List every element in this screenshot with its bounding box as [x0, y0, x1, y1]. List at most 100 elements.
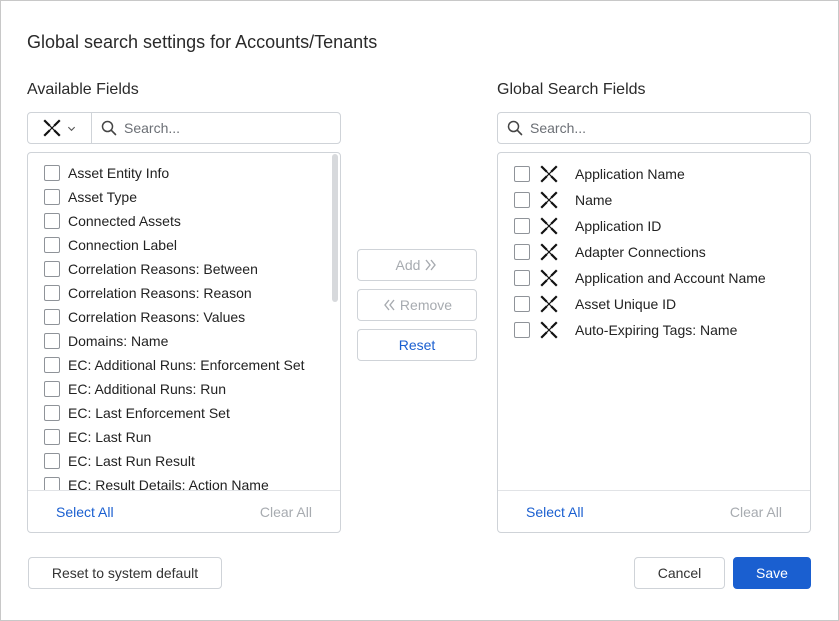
available-select-all-link[interactable]: Select All [56, 504, 114, 520]
reset-button[interactable]: Reset [357, 329, 477, 361]
global-clear-all-link[interactable]: Clear All [730, 504, 782, 520]
available-fields-title: Available Fields [27, 81, 139, 98]
scrollbar-thumb[interactable] [332, 154, 338, 302]
checkbox[interactable] [44, 309, 60, 325]
checkbox[interactable] [44, 357, 60, 373]
list-item[interactable]: Asset Type [28, 185, 340, 209]
adapter-cross-icon [540, 165, 558, 183]
adapter-cross-icon [540, 243, 558, 261]
checkbox[interactable] [44, 189, 60, 205]
list-item[interactable]: Auto-Expiring Tags: Name [498, 317, 810, 343]
save-button-label: Save [756, 565, 788, 581]
checkbox[interactable] [44, 285, 60, 301]
adapter-cross-icon [540, 321, 558, 339]
checkbox[interactable] [44, 261, 60, 277]
list-item[interactable]: Name [498, 187, 810, 213]
list-item-label: Adapter Connections [575, 244, 706, 260]
cancel-button[interactable]: Cancel [634, 557, 725, 589]
search-icon [101, 120, 117, 136]
list-item-label: Application Name [575, 166, 685, 182]
checkbox[interactable] [44, 453, 60, 469]
list-item-label: Auto-Expiring Tags: Name [575, 322, 738, 338]
checkbox[interactable] [514, 322, 530, 338]
remove-button-label: Remove [399, 297, 453, 313]
checkbox[interactable] [44, 381, 60, 397]
available-clear-all-link[interactable]: Clear All [260, 504, 312, 520]
cancel-button-label: Cancel [657, 565, 702, 581]
checkbox[interactable] [44, 213, 60, 229]
list-item[interactable]: Application Name [498, 161, 810, 187]
checkbox[interactable] [44, 165, 60, 181]
global-search-fields-title: Global Search Fields [497, 81, 646, 98]
list-item-label: Correlation Reasons: Reason [68, 285, 252, 301]
list-item[interactable]: EC: Last Run [28, 425, 340, 449]
available-fields-list: Asset Entity Info Asset Type Connected A… [27, 152, 341, 533]
list-item[interactable]: Adapter Connections [498, 239, 810, 265]
global-search-fields-scroll-area: Application Name Name Application ID Ada… [498, 153, 810, 491]
list-item[interactable]: EC: Additional Runs: Run [28, 377, 340, 401]
list-item-label: EC: Additional Runs: Enforcement Set [68, 357, 305, 373]
list-item[interactable]: EC: Additional Runs: Enforcement Set [28, 353, 340, 377]
adapter-cross-icon [540, 295, 558, 313]
add-button-label: Add [395, 257, 421, 273]
list-item-label: EC: Last Enforcement Set [68, 405, 230, 421]
list-item[interactable]: Asset Unique ID [498, 291, 810, 317]
list-item[interactable]: Application and Account Name [498, 265, 810, 291]
checkbox[interactable] [44, 237, 60, 253]
available-fields-search-bar [27, 112, 341, 144]
global-search-fields-search-input[interactable] [530, 114, 810, 142]
checkbox[interactable] [514, 166, 530, 182]
checkbox[interactable] [514, 244, 530, 260]
list-item[interactable]: EC: Last Enforcement Set [28, 401, 340, 425]
checkbox[interactable] [44, 405, 60, 421]
dialog-title: Global search settings for Accounts/Tena… [27, 32, 378, 52]
list-item-label: EC: Last Run Result [68, 453, 195, 469]
checkbox[interactable] [514, 296, 530, 312]
available-fields-search-input[interactable] [124, 114, 340, 142]
checkbox[interactable] [44, 477, 60, 491]
double-chevron-right-icon [425, 259, 437, 271]
checkbox[interactable] [44, 333, 60, 349]
list-item[interactable]: Connected Assets [28, 209, 340, 233]
global-search-fields-search-bar [497, 112, 811, 144]
available-fields-footer: Select All Clear All [28, 490, 340, 532]
list-item-label: EC: Additional Runs: Run [68, 381, 226, 397]
checkbox[interactable] [514, 218, 530, 234]
list-item[interactable]: Correlation Reasons: Reason [28, 281, 340, 305]
list-item[interactable]: EC: Last Run Result [28, 449, 340, 473]
list-item-label: Correlation Reasons: Values [68, 309, 246, 325]
reset-to-system-default-button[interactable]: Reset to system default [28, 557, 222, 589]
checkbox[interactable] [514, 270, 530, 286]
adapter-cross-icon [540, 269, 558, 287]
scrollbar[interactable] [331, 153, 339, 491]
list-item[interactable]: EC: Result Details: Action Name [28, 473, 340, 491]
save-button[interactable]: Save [733, 557, 811, 589]
adapter-cross-icon [43, 119, 61, 137]
list-item[interactable]: Correlation Reasons: Between [28, 257, 340, 281]
list-item-label: Correlation Reasons: Between [68, 261, 258, 277]
available-fields-scroll-area[interactable]: Asset Entity Info Asset Type Connected A… [28, 153, 340, 491]
double-chevron-left-icon [384, 299, 395, 311]
field-type-dropdown[interactable] [28, 113, 92, 143]
list-item[interactable]: Domains: Name [28, 329, 340, 353]
list-item-label: EC: Result Details: Action Name [68, 477, 269, 491]
list-item[interactable]: Connection Label [28, 233, 340, 257]
list-item-label: Domains: Name [68, 333, 169, 349]
checkbox[interactable] [514, 192, 530, 208]
list-item-label: EC: Last Run [68, 429, 152, 445]
remove-button[interactable]: Remove [357, 289, 477, 321]
add-button[interactable]: Add [357, 249, 477, 281]
list-item-label: Application ID [575, 218, 662, 234]
global-search-fields-list: Application Name Name Application ID Ada… [497, 152, 811, 533]
reset-button-label: Reset [398, 337, 436, 353]
list-item[interactable]: Asset Entity Info [28, 161, 340, 185]
adapter-cross-icon [540, 217, 558, 235]
list-item-label: Asset Type [68, 189, 138, 205]
list-item-label: Name [575, 192, 613, 208]
list-item[interactable]: Correlation Reasons: Values [28, 305, 340, 329]
global-select-all-link[interactable]: Select All [526, 504, 584, 520]
list-item-label: Asset Entity Info [68, 165, 170, 181]
checkbox[interactable] [44, 429, 60, 445]
chevron-down-icon [67, 126, 76, 131]
list-item[interactable]: Application ID [498, 213, 810, 239]
